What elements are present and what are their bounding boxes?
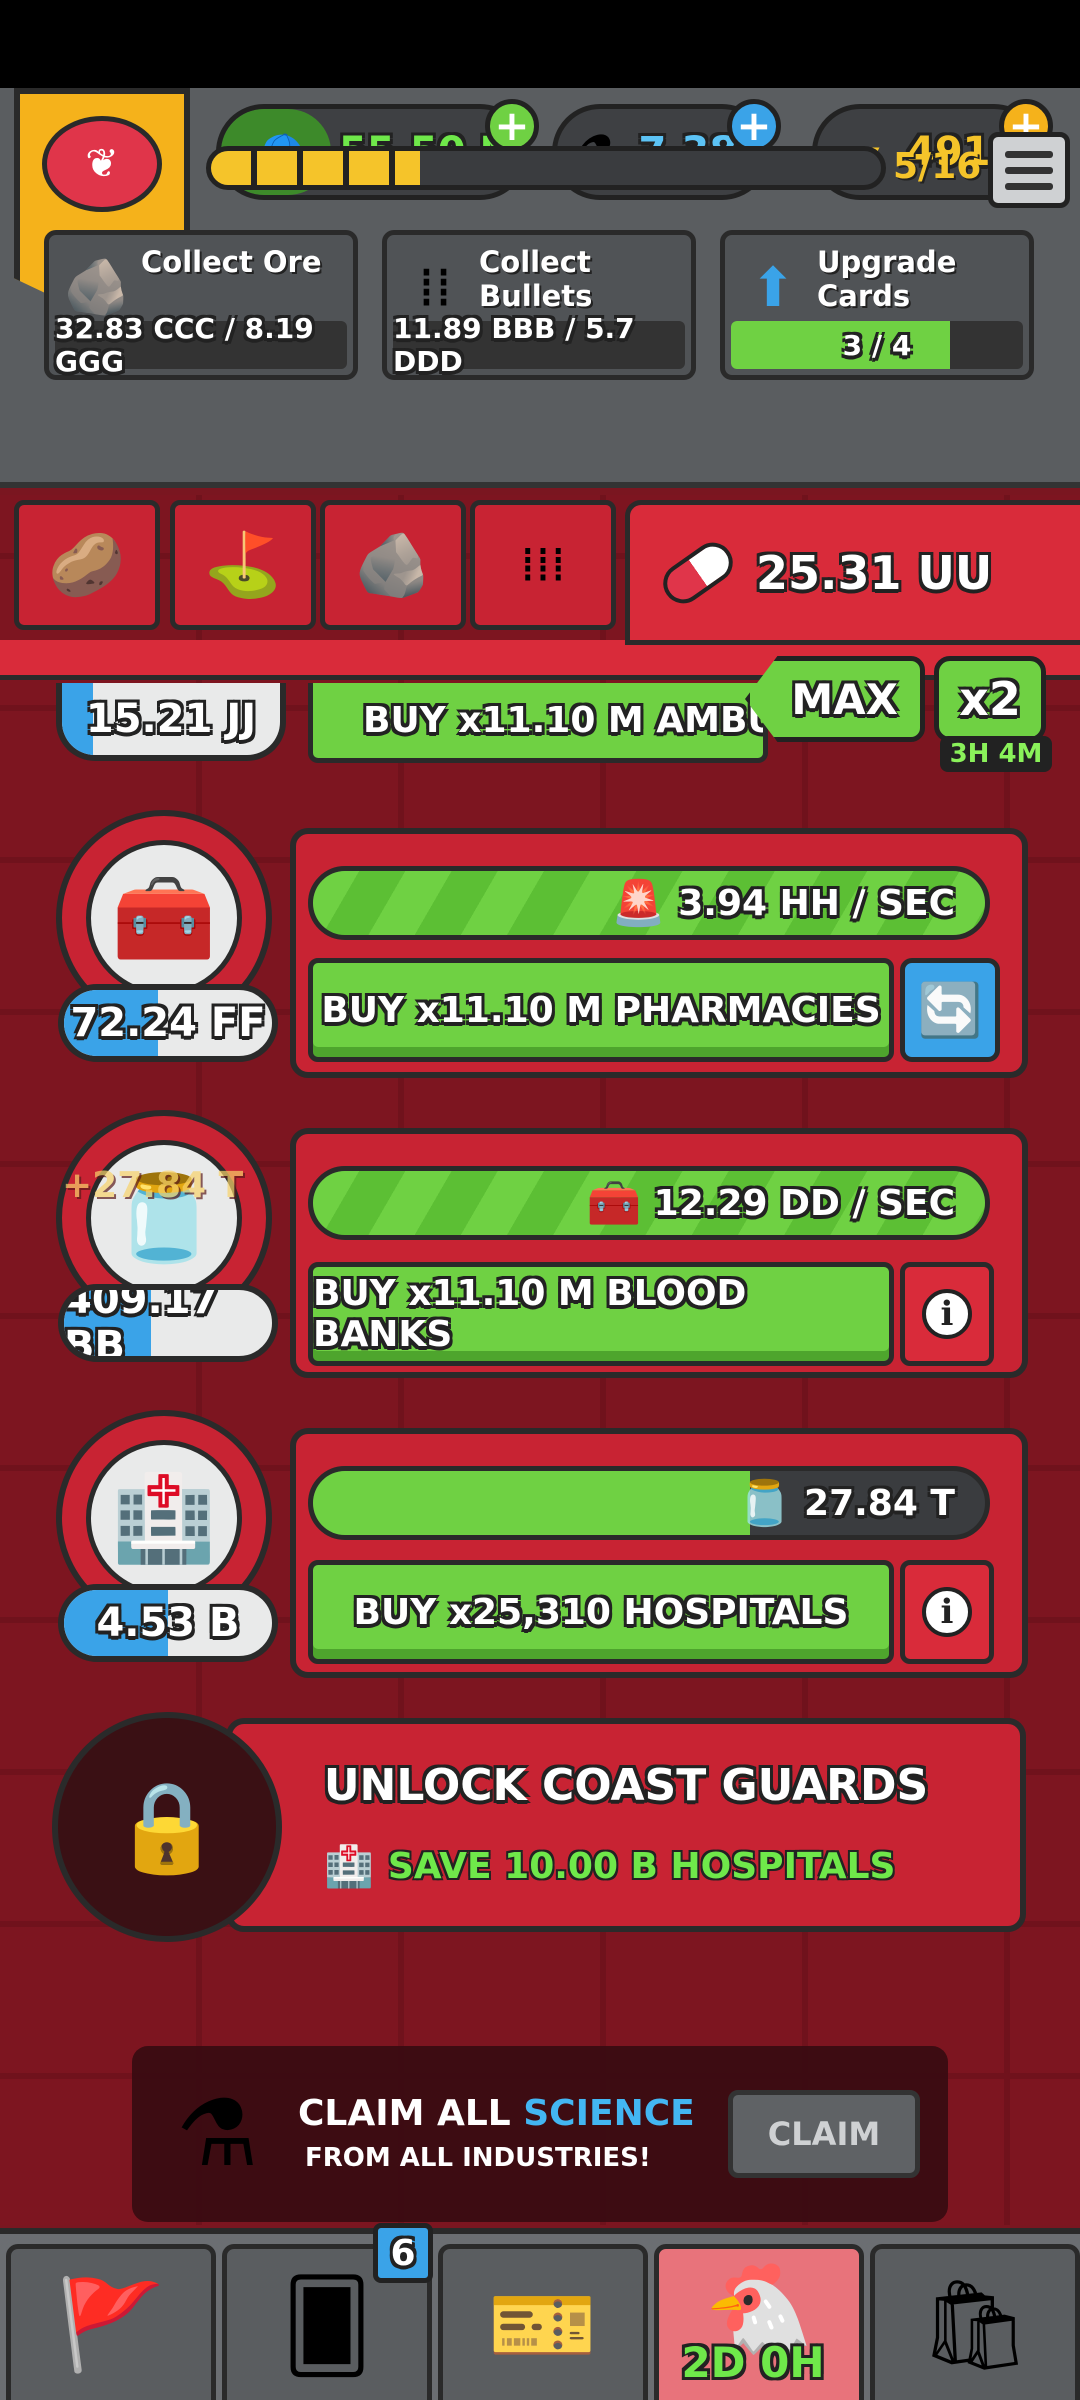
production-rate: 3.94 HH / SEC: [678, 882, 955, 924]
info-button[interactable]: i: [900, 1262, 994, 1366]
manager-card-button[interactable]: 🔄: [900, 958, 1000, 1062]
nav-shop[interactable]: 🛍: [870, 2244, 1080, 2400]
flask-icon: ⚗: [176, 2080, 259, 2187]
owned-counter: 409.17 BB: [58, 1284, 278, 1362]
production-rate: 27.84 T: [804, 1482, 955, 1524]
card-swap-icon: 🔄: [917, 980, 983, 1041]
level-progress-bar: [206, 146, 886, 190]
production-bar: 🧰 12.29 DD / SEC: [308, 1166, 990, 1240]
task-value: 3 / 4: [842, 328, 912, 362]
owned-counter: 72.24 FF: [58, 984, 278, 1062]
medical-total: 25.31 UU: [756, 545, 993, 600]
owned-value: 409.17 BB: [64, 1284, 219, 1362]
task-progress-bar: 3 / 4: [731, 321, 1023, 369]
pill-icon: [655, 534, 741, 611]
task-value: 11.89 BBB / 5.7 DDD: [393, 312, 685, 378]
menu-button[interactable]: [988, 132, 1070, 208]
pharmacy-chest-icon: 🧰: [86, 840, 242, 996]
bottom-nav: 🚩 🂠 🎫 🐔 🛍: [0, 2228, 1080, 2400]
pharmacy-chest-icon: 🧰: [586, 1178, 642, 1229]
owned-value: 72.24 FF: [70, 1000, 266, 1046]
info-icon: i: [922, 1587, 972, 1637]
upgrade-arrow-icon: ⬆: [750, 255, 796, 319]
cards-badge: 6: [373, 2223, 433, 2283]
info-button[interactable]: i: [900, 1560, 994, 1664]
owned-counter: 4.53 B: [58, 1584, 278, 1662]
buy-ambulances-button[interactable]: BUY x11.10 M AMBUL: [308, 683, 768, 763]
cards-icon: 🂠: [281, 2273, 373, 2377]
padlock-icon: 🔒: [112, 1775, 222, 1878]
owned-counter-ambulances: 15.21 JJ: [56, 683, 286, 761]
locked-industry-panel: [226, 1718, 1026, 1932]
nav-campaign[interactable]: 🚩: [6, 2244, 216, 2400]
potato-icon: 🥔: [48, 528, 126, 601]
event-timer: 2D 0H: [681, 2338, 825, 2387]
top-header: ❦ 72 🧢 55.50 M + ⚗ 7,381 + ▰ 491 + 5/16 …: [0, 88, 1080, 488]
task-value: 32.83 CCC / 8.19 GGG: [55, 312, 347, 378]
ticket-star-icon: 🎫: [488, 2273, 598, 2376]
multiplier-timer: 3H 4M: [940, 736, 1052, 772]
task-title: Collect Ore: [141, 245, 322, 279]
tab-medical[interactable]: 25.31 UU: [625, 500, 1080, 645]
tab-bullets[interactable]: ⁞⁞⁞: [470, 500, 616, 630]
siren-icon: 🚨: [611, 878, 667, 929]
hospital-icon: 🏥: [86, 1440, 242, 1596]
nav-tickets[interactable]: 🎫: [438, 2244, 648, 2400]
shopping-bag-icon: 🛍: [919, 2273, 1031, 2376]
claim-title: CLAIM ALL SCIENCE: [298, 2093, 695, 2134]
unlock-requirement: 🏥 SAVE 10.00 B HOSPITALS: [324, 1843, 895, 1890]
winged-emblem-icon: ❦: [42, 116, 162, 212]
blood-jar-icon: 🫙: [86, 1140, 242, 1296]
status-bar: [0, 0, 1080, 88]
owned-value: 15.21 JJ: [85, 696, 257, 742]
production-bar: 🫙 27.84 T: [308, 1466, 990, 1540]
task-collect-bullets[interactable]: ⁞⁞ Collect Bullets 11.89 BBB / 5.7 DDD: [382, 230, 696, 380]
info-icon: i: [922, 1289, 972, 1339]
hospital-icon: 🏥: [324, 1844, 374, 1890]
task-upgrade-cards[interactable]: ⬆ Upgrade Cards 3 / 4: [720, 230, 1034, 380]
tab-territory[interactable]: ⛳: [170, 500, 316, 630]
owned-value: 4.53 B: [96, 1600, 240, 1646]
production-rate: 12.29 DD / SEC: [653, 1182, 955, 1224]
claim-subtitle: FROM ALL INDUSTRIES!: [305, 2143, 651, 2173]
task-title: Upgrade Cards: [817, 245, 957, 313]
level-progress-fill: [211, 151, 421, 185]
farm-flag-icon: ⛳: [204, 528, 282, 601]
floating-income: +27.84 T: [62, 1165, 244, 1206]
claim-button[interactable]: CLAIM: [728, 2090, 920, 2178]
blood-jar-icon: 🫙: [737, 1478, 793, 1529]
task-title: Collect Bullets: [479, 245, 593, 313]
add-cash-button[interactable]: +: [485, 99, 539, 153]
ore-icon: 🪨: [354, 528, 432, 601]
buy-pharmacies-button[interactable]: BUY x11.10 M PHARMACIES: [308, 958, 894, 1062]
add-science-button[interactable]: +: [727, 99, 781, 153]
level-progress-label: 5/16: [893, 146, 982, 187]
locked-industry-icon[interactable]: 🔒: [52, 1712, 282, 1942]
star-flag-icon: 🚩: [56, 2273, 166, 2376]
unlock-title: UNLOCK COAST GUARDS: [323, 1760, 929, 1811]
tab-farm[interactable]: 🥔: [14, 500, 160, 630]
buy-hospitals-button[interactable]: BUY x25,310 HOSPITALS: [308, 1560, 894, 1664]
production-bar: 🚨 3.94 HH / SEC: [308, 866, 990, 940]
multiplier-button[interactable]: x2: [934, 656, 1046, 742]
buy-blood-banks-button[interactable]: BUY x11.10 M BLOOD BANKS: [308, 1262, 894, 1366]
max-buy-toggle[interactable]: MAX: [745, 656, 925, 742]
unlock-requirement-text: SAVE 10.00 B HOSPITALS: [387, 1846, 896, 1887]
tab-ore[interactable]: 🪨: [320, 500, 466, 630]
task-collect-ore[interactable]: 🪨 Collect Ore 32.83 CCC / 8.19 GGG: [44, 230, 358, 380]
industry-tabs: 🥔 ⛳ 🪨 ⁞⁞⁞ 25.31 UU: [0, 500, 1080, 680]
bullets-icon: ⁞⁞⁞: [520, 537, 566, 593]
